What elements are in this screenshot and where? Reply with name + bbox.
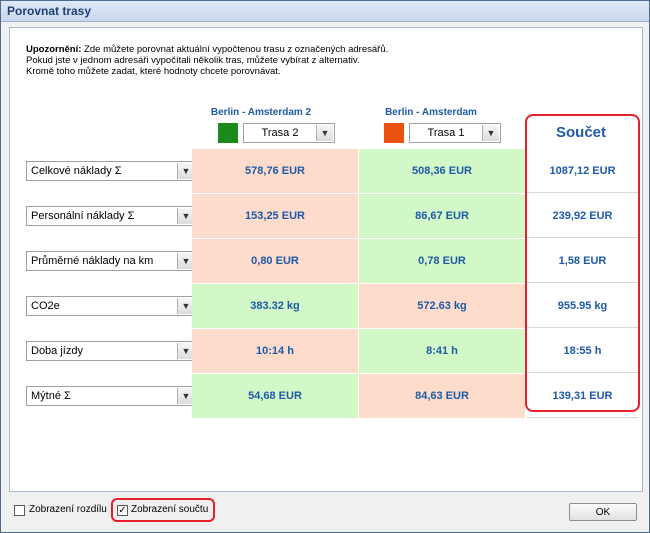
compare-routes-dialog: Porovnat trasy Upozornění: Zde můžete po… [0,0,650,533]
route-2-value: 86,67 EUR [359,194,525,238]
route-1-value: 54,68 EUR [192,374,358,418]
metric-select-value: Průměrné náklady na km [31,255,154,267]
notice-line3: Kromě toho můžete zadat, které hodnoty c… [26,66,281,77]
metric-select-value: Doba jízdy [31,345,83,357]
route-2-select[interactable]: Trasa 1 ▼ [409,123,501,143]
notice-line2: Pokud jste v jednom adresáři vypočítali … [26,55,360,66]
metric-select-value: CO2e [31,300,60,312]
metric-select-value: Personální náklady Σ [31,210,135,222]
route-1-select[interactable]: Trasa 2 ▼ [243,123,335,143]
sum-column-highlight [525,114,640,412]
route-2-color-swatch [384,123,404,143]
show-diff-label: Zobrazení rozdílu [29,504,107,515]
metric-select[interactable]: Mýtné Σ ▼ [26,386,196,406]
metric-select[interactable]: Celkové náklady Σ ▼ [26,161,196,181]
route-2-select-value: Trasa 1 [427,127,465,139]
route-2-value: 8:41 h [359,329,525,373]
route-1-value: 383.32 kg [192,284,358,328]
route-1-value: 0,80 EUR [192,239,358,283]
title-bar: Porovnat trasy [1,1,649,22]
route-1-color-swatch [218,123,238,143]
notice-bold: Upozornění: [26,44,82,55]
chevron-down-icon[interactable]: ▼ [482,125,499,141]
metric-select-value: Celkové náklady Σ [31,165,122,177]
route-2-value: 0,78 EUR [359,239,525,283]
show-diff-checkbox[interactable] [14,505,25,516]
route-2-value: 572.63 kg [359,284,525,328]
show-sum-highlight [111,498,215,522]
metric-select[interactable]: Doba jízdy ▼ [26,341,196,361]
content-panel: Upozornění: Zde můžete porovnat aktuální… [9,27,643,492]
metric-select[interactable]: Průměrné náklady na km ▼ [26,251,196,271]
window-title: Porovnat trasy [7,4,92,18]
route-2-value: 84,63 EUR [359,374,525,418]
route-1-value: 10:14 h [192,329,358,373]
route-2-name: Berlin - Amsterdam [385,107,477,118]
metric-select-value: Mýtné Σ [31,390,71,402]
route-1-name: Berlin - Amsterdam 2 [210,107,312,118]
metric-select[interactable]: Personální náklady Σ ▼ [26,206,196,226]
route-1-value: 578,76 EUR [192,149,358,193]
route-2-value: 508,36 EUR [359,149,525,193]
notice-line1: Zde můžete porovnat aktuální vypočtenou … [81,44,389,55]
chevron-down-icon[interactable]: ▼ [316,125,333,141]
ok-button[interactable]: OK [569,503,637,521]
route-1-select-value: Trasa 2 [261,127,299,139]
notice-text: Upozornění: Zde můžete porovnat aktuální… [26,44,586,77]
metric-select[interactable]: CO2e ▼ [26,296,196,316]
route-1-value: 153,25 EUR [192,194,358,238]
